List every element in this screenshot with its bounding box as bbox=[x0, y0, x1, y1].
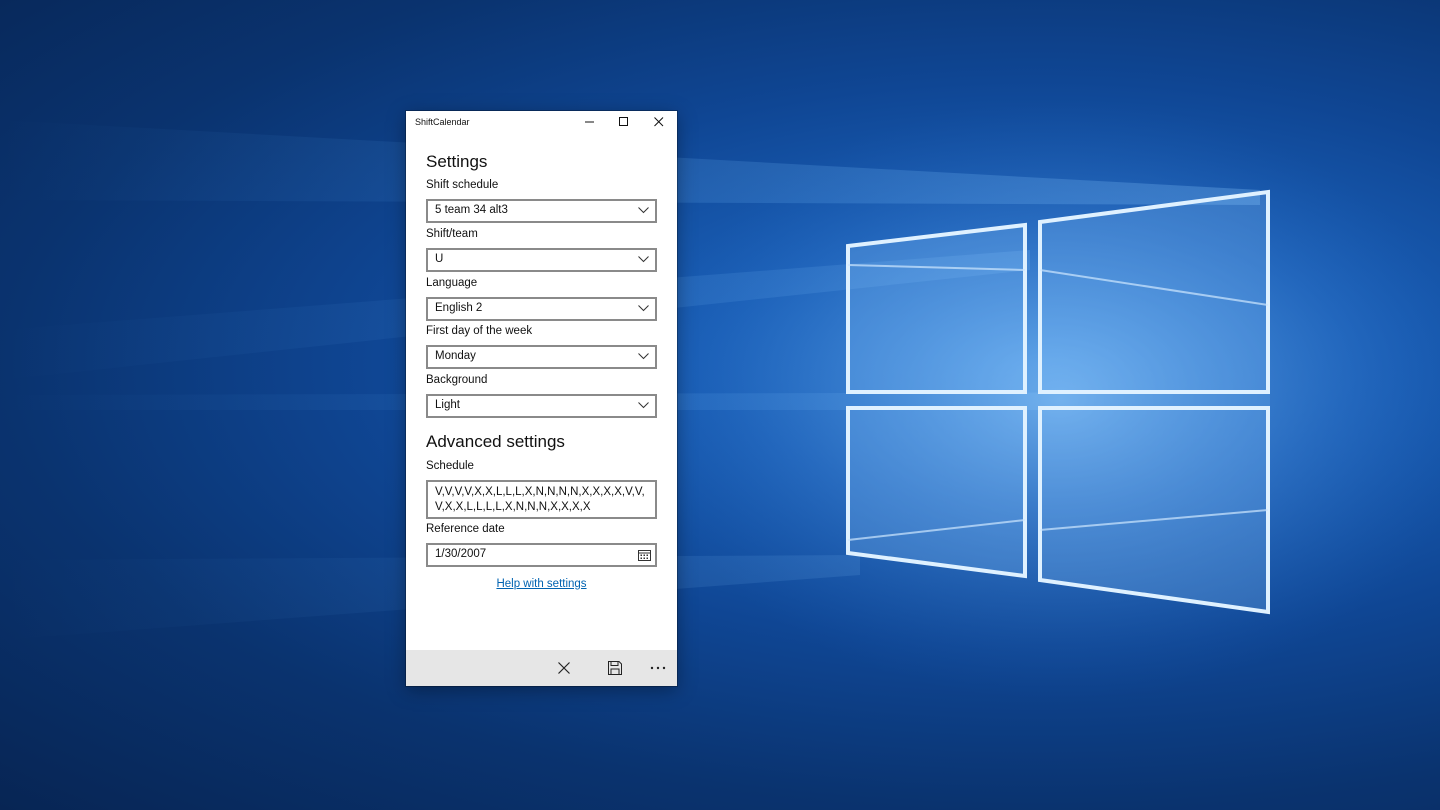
more-button[interactable] bbox=[638, 650, 678, 686]
calendar-icon[interactable] bbox=[638, 549, 651, 561]
cancel-button[interactable] bbox=[544, 650, 584, 686]
close-icon bbox=[654, 117, 664, 127]
chevron-down-icon bbox=[638, 402, 649, 409]
close-button[interactable] bbox=[642, 111, 676, 133]
chevron-down-icon bbox=[638, 305, 649, 312]
schedule-input[interactable]: V,V,V,V,X,X,L,L,L,X,N,N,N,N,X,X,X,X,V,V,… bbox=[426, 480, 657, 519]
schedule-label: Schedule bbox=[426, 460, 474, 472]
app-window: ShiftCalendar Settings Shift schedule 5 … bbox=[406, 111, 677, 686]
advanced-settings-heading: Advanced settings bbox=[426, 432, 565, 451]
background-dropdown[interactable]: Light bbox=[426, 394, 657, 418]
settings-heading: Settings bbox=[426, 152, 488, 171]
minimize-icon bbox=[585, 121, 594, 123]
cancel-icon bbox=[558, 662, 570, 674]
shift-schedule-dropdown[interactable]: 5 team 34 alt3 bbox=[426, 199, 657, 223]
save-button[interactable] bbox=[595, 650, 635, 686]
help-settings-link[interactable]: Help with settings bbox=[426, 578, 657, 590]
first-day-value: Monday bbox=[435, 350, 476, 362]
shift-team-label: Shift/team bbox=[426, 228, 478, 240]
reference-date-value: 1/30/2007 bbox=[435, 548, 487, 560]
chevron-down-icon bbox=[638, 256, 649, 263]
command-bar bbox=[406, 650, 677, 686]
maximize-icon bbox=[619, 117, 628, 126]
first-day-dropdown[interactable]: Monday bbox=[426, 345, 657, 369]
chevron-down-icon bbox=[638, 207, 649, 214]
first-day-label: First day of the week bbox=[426, 325, 533, 337]
save-icon bbox=[608, 661, 622, 675]
chevron-down-icon bbox=[638, 353, 649, 360]
window-title: ShiftCalendar bbox=[415, 117, 470, 127]
background-label: Background bbox=[426, 374, 488, 386]
reference-date-picker[interactable]: 1/30/2007 bbox=[426, 543, 657, 567]
language-label: Language bbox=[426, 277, 478, 289]
title-bar[interactable]: ShiftCalendar bbox=[406, 111, 677, 133]
shift-team-value: U bbox=[435, 253, 444, 265]
background-value: Light bbox=[435, 399, 460, 411]
shift-schedule-label: Shift schedule bbox=[426, 179, 499, 191]
reference-date-label: Reference date bbox=[426, 523, 505, 535]
schedule-value: V,V,V,V,X,X,L,L,L,X,N,N,N,N,X,X,X,X,V,V,… bbox=[435, 486, 645, 513]
desktop-wallpaper bbox=[0, 100, 1440, 700]
language-dropdown[interactable]: English 2 bbox=[426, 297, 657, 321]
minimize-button[interactable] bbox=[573, 111, 607, 133]
maximize-button[interactable] bbox=[607, 111, 641, 133]
shift-team-dropdown[interactable]: U bbox=[426, 248, 657, 272]
shift-schedule-value: 5 team 34 alt3 bbox=[435, 204, 508, 216]
language-value: English 2 bbox=[435, 302, 483, 314]
more-icon bbox=[650, 666, 666, 670]
